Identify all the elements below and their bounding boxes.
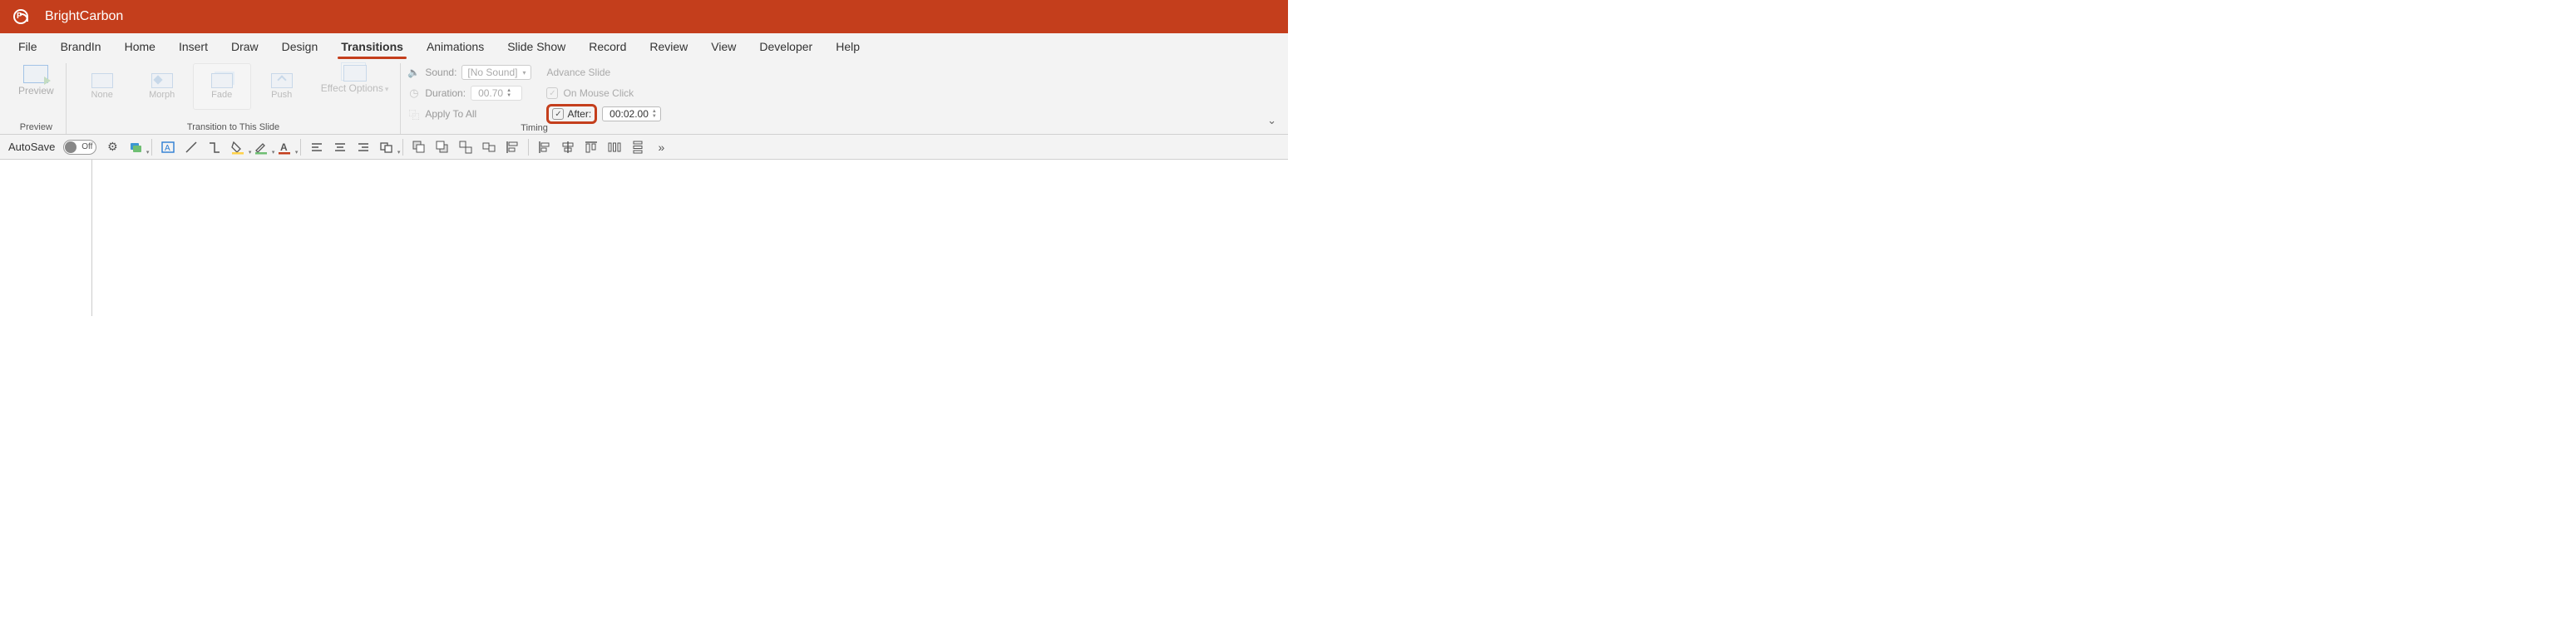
tab-help[interactable]: Help — [824, 35, 871, 58]
tab-draw[interactable]: Draw — [220, 35, 270, 58]
apply-all-icon — [407, 108, 420, 121]
advance-slide-heading: Advance Slide — [546, 67, 610, 78]
tab-brandin[interactable]: BrandIn — [49, 35, 113, 58]
chevron-down-icon: ▾ — [385, 85, 389, 93]
tab-record[interactable]: Record — [577, 35, 638, 58]
separator — [528, 139, 529, 156]
shape-tool-icon[interactable] — [128, 140, 143, 155]
distribute-vertical-icon[interactable] — [630, 140, 645, 155]
ungroup-icon[interactable] — [481, 140, 496, 155]
align-objects-left-icon[interactable] — [505, 140, 520, 155]
spinner-buttons[interactable]: ▲▼ — [652, 109, 657, 119]
separator — [151, 139, 152, 156]
align-center-icon[interactable] — [333, 140, 348, 155]
sound-row: Sound: [No Sound]▾ — [407, 63, 531, 82]
morph-icon — [151, 73, 173, 88]
sound-icon — [407, 67, 420, 79]
align-objects-left2-icon[interactable] — [537, 140, 552, 155]
duration-spinner[interactable]: 00.70▲▼ — [471, 86, 522, 101]
app-title: BrightCarbon — [45, 9, 123, 24]
tab-file[interactable]: File — [7, 35, 49, 58]
title-bar: BrightCarbon — [0, 0, 1288, 33]
transition-gallery[interactable]: None Morph Fade Push — [73, 63, 311, 110]
autosave-toggle[interactable]: Off — [63, 140, 96, 155]
tab-review[interactable]: Review — [638, 35, 699, 58]
preview-label: Preview — [18, 85, 54, 96]
sound-combo[interactable]: [No Sound]▾ — [461, 65, 531, 80]
elbow-connector-icon[interactable] — [207, 140, 222, 155]
separator — [300, 139, 301, 156]
fade-icon — [211, 73, 233, 88]
tab-home[interactable]: Home — [113, 35, 167, 58]
autosave-label: AutoSave — [8, 141, 55, 153]
svg-text:A: A — [165, 144, 170, 153]
on-click-checkbox[interactable]: ✓ — [546, 87, 558, 99]
tab-insert[interactable]: Insert — [167, 35, 220, 58]
align-objects-top-icon[interactable] — [584, 140, 599, 155]
font-color-icon[interactable]: A — [277, 140, 292, 155]
gallery-item-fade[interactable]: Fade — [193, 63, 251, 110]
separator — [402, 139, 403, 156]
tab-animations[interactable]: Animations — [415, 35, 496, 58]
send-backward-icon[interactable] — [435, 140, 450, 155]
preview-button[interactable]: Preview — [13, 63, 59, 98]
svg-text:A: A — [280, 141, 288, 153]
tab-design[interactable]: Design — [270, 35, 330, 58]
apply-all-button[interactable]: Apply To All — [407, 105, 531, 123]
tab-slideshow[interactable]: Slide Show — [496, 35, 577, 58]
gallery-item-morph[interactable]: Morph — [133, 63, 191, 110]
quick-access-toolbar: AutoSave Off ⚙ A A » — [0, 135, 1288, 160]
fill-color-icon[interactable] — [230, 140, 245, 155]
group-label-timing: Timing — [407, 123, 660, 135]
distribute-horizontal-icon[interactable] — [607, 140, 622, 155]
powerpoint-icon — [13, 9, 28, 24]
after-spinner[interactable]: 00:02.00▲▼ — [602, 106, 661, 121]
settings-gear-icon[interactable]: ⚙ — [105, 140, 120, 155]
group-label-transition: Transition to This Slide — [73, 122, 394, 134]
tab-view[interactable]: View — [699, 35, 748, 58]
align-left-icon[interactable] — [309, 140, 324, 155]
duration-row: Duration: 00.70▲▼ — [407, 84, 531, 102]
gallery-item-push[interactable]: Push — [253, 63, 311, 110]
group-transition: None Morph Fade Push — [67, 63, 402, 134]
outline-color-icon[interactable] — [254, 140, 269, 155]
ribbon-tabs: File BrandIn Home Insert Draw Design Tra… — [0, 33, 1288, 60]
none-icon — [91, 73, 113, 88]
align-objects-center-icon[interactable] — [560, 140, 575, 155]
effect-options-icon — [343, 65, 367, 82]
textbox-icon[interactable]: A — [160, 140, 175, 155]
clock-icon — [407, 87, 420, 100]
bring-forward-icon[interactable] — [412, 140, 427, 155]
collapse-ribbon-button[interactable]: ⌄ — [1267, 114, 1276, 127]
chevron-down-icon: ▾ — [522, 69, 526, 77]
line-icon[interactable] — [184, 140, 199, 155]
after-label: After: — [567, 108, 591, 120]
arrange-icon[interactable] — [379, 140, 394, 155]
push-icon — [271, 73, 293, 88]
preview-icon — [23, 65, 48, 83]
group-timing: Sound: [No Sound]▾ Duration: 00.70▲▼ App… — [401, 63, 667, 134]
effect-options-button[interactable]: Effect Options▾ — [316, 63, 394, 96]
on-mouse-click-row[interactable]: ✓ On Mouse Click — [546, 84, 660, 102]
align-right-icon[interactable] — [356, 140, 371, 155]
gallery-item-none[interactable]: None — [73, 63, 131, 110]
group-label-preview: Preview — [13, 122, 59, 134]
ribbon: Preview Preview None Morph — [0, 60, 1288, 135]
after-checkbox[interactable]: ✓ — [552, 108, 564, 120]
group-preview: Preview Preview — [7, 63, 67, 134]
qat-overflow-button[interactable]: » — [654, 140, 669, 155]
pane-divider[interactable] — [91, 160, 1288, 316]
tab-developer[interactable]: Developer — [748, 35, 824, 58]
group-icon[interactable] — [458, 140, 473, 155]
after-checkbox-highlight: ✓ After: — [546, 104, 597, 124]
tab-transitions[interactable]: Transitions — [329, 35, 415, 58]
spinner-buttons[interactable]: ▲▼ — [506, 88, 511, 98]
